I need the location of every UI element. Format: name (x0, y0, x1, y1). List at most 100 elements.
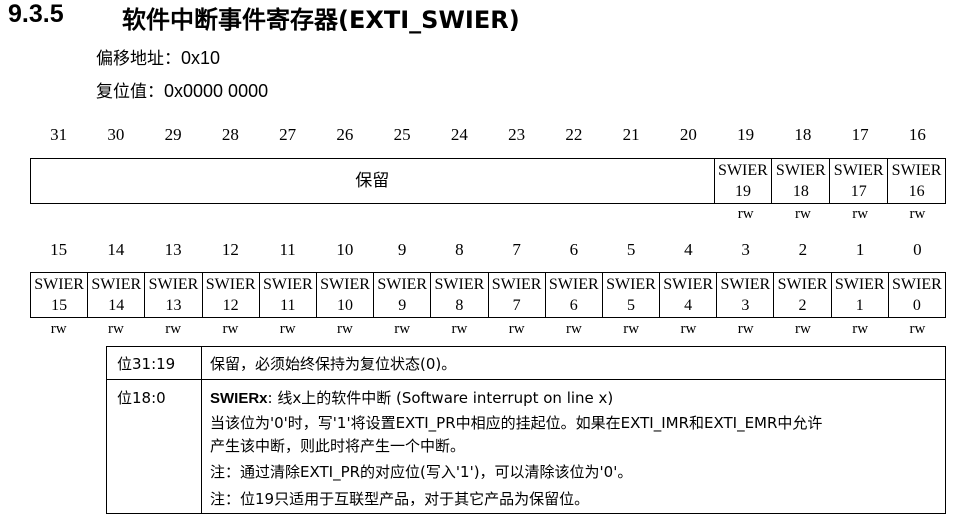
field-number: 7 (512, 297, 521, 314)
bit-number: 18 (794, 125, 812, 144)
bit-number: 14 (107, 240, 125, 259)
access-label: rw (107, 321, 124, 337)
field-number: 4 (684, 297, 693, 314)
register-field: SWIER 1 (830, 273, 888, 317)
note-2: 注：位19只适用于互联型产品，对于其它产品为保留位。 (210, 490, 590, 508)
field-number: 15 (51, 297, 68, 314)
field-number: 0 (912, 297, 921, 314)
bit-number: 24 (450, 125, 468, 144)
bit-number: 17 (851, 125, 869, 144)
access-label: rw (623, 321, 640, 337)
bit-number: 11 (279, 240, 296, 259)
offset-label: 偏移地址： (96, 49, 181, 69)
bit-number: 8 (455, 240, 464, 259)
bit-number: 3 (741, 240, 750, 259)
register-field: SWIER 5 (601, 273, 659, 317)
field-name: SWIER (491, 276, 542, 293)
section-title: 软件中断事件寄存器(EXTI_SWIER) (122, 6, 520, 34)
offset-value: 0x10 (181, 48, 221, 68)
field-number: 19 (734, 183, 751, 200)
column-divider (201, 347, 202, 513)
bits-18-0-title: SWIERx: 线x上的软件中断 (Software interrupt on … (210, 387, 613, 408)
access-label: rw (852, 321, 869, 337)
upper-register-row: 保留 SWIER 19 SWIER 18 SWIER 17 SWIER 16 (30, 158, 946, 204)
field-number: 13 (165, 297, 182, 314)
field-name: SWIER (663, 276, 714, 293)
field-number: 16 (908, 183, 925, 200)
field-number: 8 (455, 297, 464, 314)
access-label: rw (565, 321, 582, 337)
field-number: 6 (569, 297, 578, 314)
field-name: SWIER (148, 276, 199, 293)
bits-31-19-description: 保留，必须始终保持为复位状态(0)。 (210, 355, 457, 373)
field-number: 17 (850, 183, 867, 200)
field-number: 9 (398, 297, 407, 314)
field-number: 11 (280, 297, 296, 314)
register-field: SWIER 6 (544, 273, 602, 317)
offset-address: 偏移地址：0x10 (96, 44, 220, 69)
access-label: rw (394, 321, 411, 337)
reset-label: 复位值： (96, 82, 164, 102)
bit-number: 16 (908, 125, 926, 144)
register-field: SWIER 12 (201, 273, 259, 317)
field-number: 14 (108, 297, 125, 314)
reset-value: 复位值：0x0000 0000 (96, 77, 268, 102)
bit-number: 2 (798, 240, 808, 259)
bit-number: 31 (50, 125, 68, 144)
bit-number: 21 (622, 125, 640, 144)
access-label: rw (451, 321, 468, 337)
access-label: rw (852, 206, 869, 222)
field-name: SWIER (205, 276, 256, 293)
upper-bit-numbers: 31 30 29 28 27 26 25 24 23 22 21 20 19 1… (30, 125, 946, 147)
register-field: SWIER 17 (829, 159, 887, 203)
field-name: SWIER (434, 276, 485, 293)
bit-number: 29 (164, 125, 182, 144)
register-field: SWIER 2 (773, 273, 830, 317)
lower-register-row: SWIER 15 SWIER 14 SWIER 13 SWIER 12 SWIER 11 … (30, 272, 946, 318)
access-label: rw (165, 321, 182, 337)
field-title: : 线x上的软件中断 (Software interrupt on line x… (267, 389, 614, 407)
bit-number: 25 (393, 125, 411, 144)
register-field: SWIER 16 (887, 159, 945, 203)
register-field: SWIER 13 (144, 273, 201, 317)
register-field: SWIER 4 (659, 273, 716, 317)
bit-number: 13 (164, 240, 182, 259)
register-field: SWIER 8 (430, 273, 487, 317)
bit-description-table: 位31:19 保留，必须始终保持为复位状态(0)。 位18:0 SWIERx: … (106, 346, 946, 514)
field-number: 3 (741, 297, 750, 314)
access-label: rw (794, 321, 811, 337)
field-number: 12 (222, 297, 239, 314)
bit-number: 6 (569, 240, 579, 259)
access-label: rw (336, 321, 353, 337)
bit-number: 4 (684, 240, 693, 259)
section-number: 9.3.5 (8, 0, 64, 28)
access-label: rw (680, 321, 697, 337)
field-name: SWIER (91, 276, 142, 293)
field-name: SWIER (548, 276, 599, 293)
field-name-bold: SWIERx (210, 390, 268, 407)
access-label: rw (279, 321, 296, 337)
row-divider (107, 379, 945, 380)
register-field: SWIER 14 (87, 273, 144, 317)
access-label: rw (909, 206, 926, 222)
access-label: rw (909, 321, 926, 337)
field-name: SWIER (377, 276, 428, 293)
access-label: rw (737, 321, 754, 337)
reset-value-text: 0x0000 0000 (164, 81, 269, 101)
field-name: SWIER (34, 276, 84, 293)
register-field: SWIER 15 (31, 273, 87, 317)
bit-number: 26 (336, 125, 354, 144)
access-label: rw (50, 321, 67, 337)
access-label: rw (737, 206, 754, 222)
bit-number: 12 (221, 240, 239, 259)
bit-number: 28 (221, 125, 239, 144)
field-name: SWIER (777, 276, 828, 293)
bit-number: 22 (565, 125, 583, 144)
bits-31-19-label: 位31:19 (117, 355, 176, 373)
field-number: 1 (855, 297, 864, 314)
field-name: SWIER (833, 162, 884, 179)
access-label: rw (794, 206, 811, 222)
register-field: SWIER 7 (487, 273, 545, 317)
field-name: SWIER (262, 276, 313, 293)
bit-number: 5 (626, 240, 636, 259)
